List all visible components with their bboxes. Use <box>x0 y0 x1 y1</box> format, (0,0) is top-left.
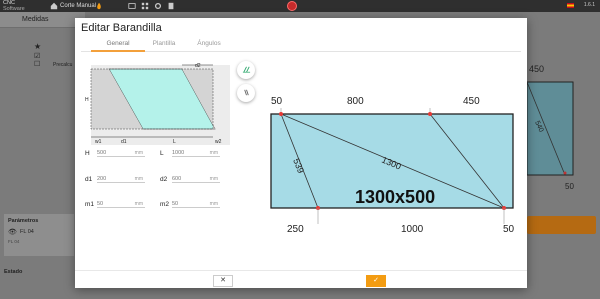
params-sub: FL 04 <box>8 239 20 244</box>
field-d2-label: d2 <box>160 176 168 183</box>
background-orange-button <box>527 216 596 234</box>
field-d2: d2 600 mm <box>160 174 220 184</box>
dialog-tabs: General Plantilla Ángulos <box>81 38 521 52</box>
field-d1: d1 200 mm <box>85 174 145 184</box>
dim-bottom-right: 50 <box>503 224 515 235</box>
input-d2-value: 600 <box>172 176 182 182</box>
mini-label-H: H <box>85 97 89 103</box>
top-bar: CNC Software Corte Manual 1.6.1 <box>0 0 600 12</box>
field-L-label: L <box>160 150 164 157</box>
dim-top-left: 50 <box>271 96 283 107</box>
field-m2-label: m2 <box>160 201 170 208</box>
dim-bottom-mid: 1000 <box>401 224 424 235</box>
input-d1[interactable]: 200 mm <box>97 174 145 183</box>
spain-flag-icon[interactable] <box>567 3 574 8</box>
grid-icon[interactable] <box>141 2 149 10</box>
input-H-value: 500 <box>97 150 107 156</box>
background-dim-bottom: 50 <box>565 182 574 191</box>
input-d1-unit: mm <box>134 176 143 182</box>
mini-label-w2: w2 <box>215 139 222 145</box>
input-L[interactable]: 1000 mm <box>172 148 220 157</box>
field-d1-label: d1 <box>85 176 93 183</box>
eye-icon: 👁 <box>8 229 17 236</box>
field-m2: m2 50 mm <box>160 199 220 209</box>
input-H-unit: mm <box>134 150 143 156</box>
input-m1[interactable]: 50 mm <box>97 199 145 208</box>
mini-label-d2: d2 <box>195 63 201 69</box>
tab-plantilla[interactable]: Plantilla <box>139 40 189 47</box>
input-m1-value: 50 <box>97 201 104 207</box>
input-m2[interactable]: 50 mm <box>172 199 220 208</box>
point-top-mid <box>428 112 432 116</box>
dim-bottom-left: 250 <box>287 224 304 235</box>
railing-preview-drawing: 50 800 450 539 1300 1300x500 250 1000 50 <box>270 96 515 235</box>
background-dim-top: 450 <box>529 64 544 74</box>
size-label: 1300x500 <box>355 187 435 207</box>
dim-top-mid: 800 <box>347 96 364 107</box>
home-icon[interactable] <box>50 2 58 10</box>
background-drawing: 450 540 50 <box>527 64 574 191</box>
parallel-lines-icon <box>243 89 249 96</box>
field-L: L 1000 mm <box>160 148 220 158</box>
mini-label-L: L <box>173 139 176 145</box>
slant-lines-icon <box>242 66 250 73</box>
version-label: 1.6.1 <box>583 2 595 8</box>
checkbox-empty-icon: ☐ <box>34 61 41 68</box>
input-L-unit: mm <box>209 150 218 156</box>
railing-schematic: d2 H w1 d1 L w2 <box>85 63 230 145</box>
parallel-toggle-button[interactable] <box>237 84 255 102</box>
gear-icon[interactable] <box>154 2 162 10</box>
dim-top-right: 450 <box>463 96 480 107</box>
background-tab-label: Medidas <box>22 16 49 23</box>
mini-label-d1: d1 <box>121 139 127 145</box>
brand-logo: CNC Software <box>3 0 25 12</box>
dialog-footer: ✕ ✓ <box>75 270 527 288</box>
state-title: Estado <box>4 269 23 275</box>
checkbox-checked-icon: ☑ <box>34 53 41 60</box>
input-m2-unit: mm <box>209 201 218 207</box>
params-item: FL 04 <box>20 229 34 235</box>
tab-general[interactable]: General <box>93 40 143 47</box>
dialog-title: Editar Barandilla <box>81 22 162 34</box>
field-m1-label: m1 <box>85 201 95 208</box>
input-m1-unit: mm <box>134 201 143 207</box>
field-H-label: H <box>85 150 90 157</box>
image-icon[interactable] <box>128 2 136 10</box>
flame-icon[interactable] <box>95 2 103 10</box>
background-tab: Medidas <box>0 12 85 28</box>
params-title: Parámetros <box>8 218 39 224</box>
input-L-value: 1000 <box>172 150 185 156</box>
point-top-left <box>279 112 283 116</box>
mini-label-w1: w1 <box>95 139 102 145</box>
input-d2[interactable]: 600 mm <box>172 174 220 183</box>
active-tab-indicator <box>91 50 145 52</box>
cancel-button[interactable]: ✕ <box>213 275 233 287</box>
tab-angulos[interactable]: Ángulos <box>184 40 234 47</box>
field-m1: m1 50 mm <box>85 199 145 209</box>
input-H[interactable]: 500 mm <box>97 148 145 157</box>
power-icon[interactable] <box>287 1 297 11</box>
document-icon[interactable] <box>167 2 175 10</box>
confirm-button[interactable]: ✓ <box>366 275 386 287</box>
angle-toggle-button[interactable] <box>237 61 255 79</box>
input-d2-unit: mm <box>209 176 218 182</box>
params-panel: Parámetros 👁 FL 04 FL 04 <box>4 214 74 256</box>
background-precalc-label: Precalcu <box>53 62 73 68</box>
input-m2-value: 50 <box>172 201 179 207</box>
input-d1-value: 200 <box>97 176 107 182</box>
field-H: H 500 mm <box>85 148 145 158</box>
star-icon: ★ <box>34 42 42 51</box>
edit-railing-dialog: Editar Barandilla General Plantilla Ángu… <box>75 18 527 288</box>
menu-corte-manual[interactable]: Corte Manual <box>60 2 96 10</box>
